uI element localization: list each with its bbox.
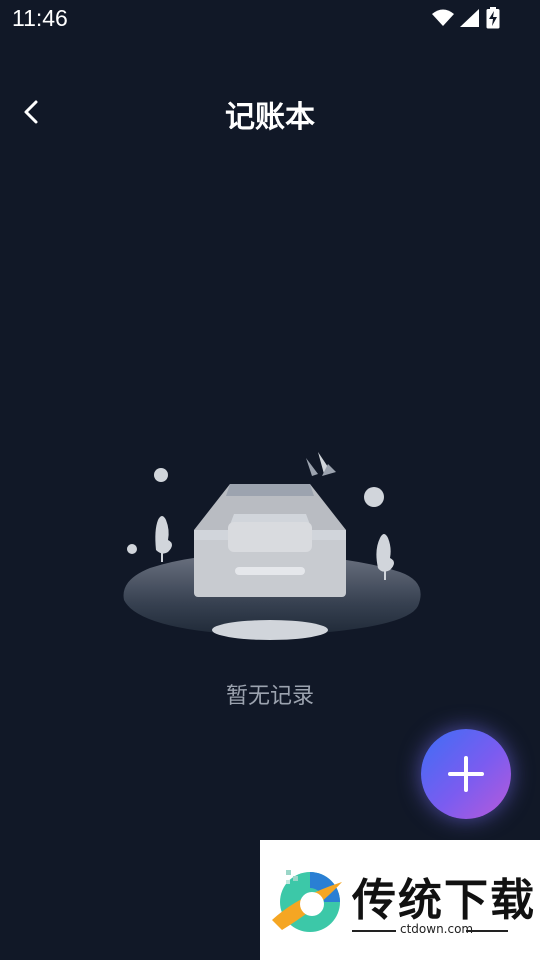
empty-state-message: 暂无记录 [225,684,314,709]
wifi-icon [432,9,454,26]
header: 记账本 [0,80,540,144]
signal-icon [460,9,479,27]
ctdown-logo-icon [272,870,342,932]
battery-charging-icon [486,7,500,29]
plus-icon [448,756,484,792]
status-time: 11:46 [12,5,68,31]
page-title: 记账本 [225,100,315,135]
status-bar: 11:46 [0,0,540,38]
status-icons [432,7,500,29]
watermark-line-left [352,930,396,932]
watermark-brand: 传统下载 [352,875,536,926]
add-record-button[interactable] [421,729,511,819]
empty-inbox-icon [123,452,421,640]
watermark: 传统下载 ctdown.com [260,840,540,960]
watermark-line-right [466,930,508,932]
watermark-domain: ctdown.com [400,922,474,936]
